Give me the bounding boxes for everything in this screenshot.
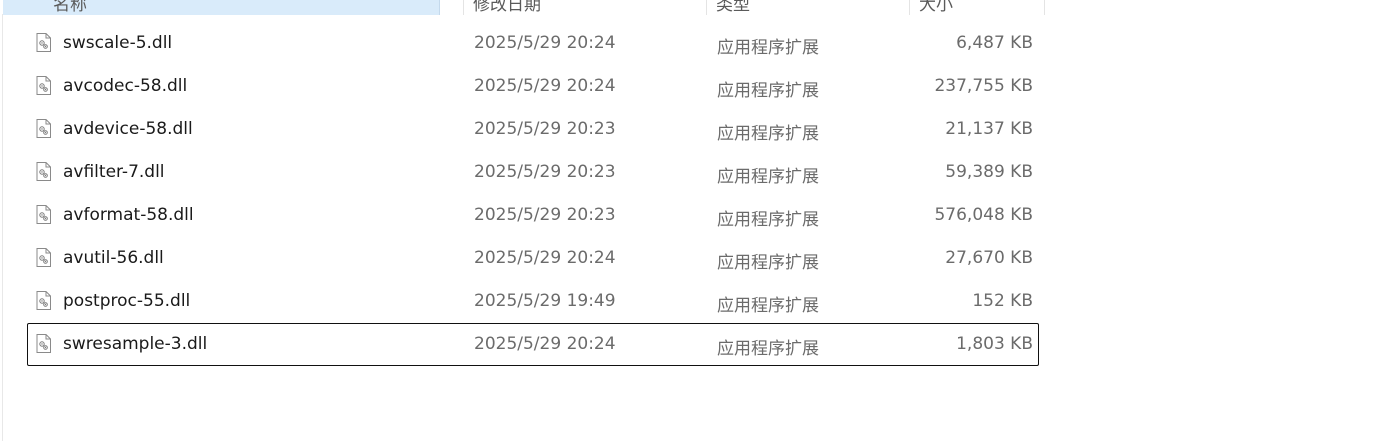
column-separator[interactable] [463,0,464,15]
dll-file-icon [36,291,51,310]
dll-file-icon [36,76,51,95]
file-type: 应用程序扩展 [717,296,819,316]
file-modified-date: 2025/5/29 20:23 [474,162,616,182]
file-type: 应用程序扩展 [717,167,819,187]
file-row[interactable]: avutil-56.dll 2025/5/29 20:24 应用程序扩展 27,… [27,237,1039,280]
file-row[interactable]: swresample-3.dll 2025/5/29 20:24 应用程序扩展 … [27,323,1039,366]
file-name[interactable]: avutil-56.dll [63,248,164,268]
column-header-type[interactable]: 类型 [716,0,750,15]
file-name[interactable]: avformat-58.dll [63,205,194,225]
file-type: 应用程序扩展 [717,81,819,101]
dll-file-icon [36,334,51,353]
file-type: 应用程序扩展 [717,38,819,58]
file-size: 237,755 KB [934,76,1033,96]
file-size: 1,803 KB [956,334,1033,354]
file-list-pane: 名称 修改日期 类型 大小 swscale-5.dll 2025/5/29 20… [0,0,1387,441]
file-name[interactable]: swscale-5.dll [63,33,172,53]
file-size: 152 KB [972,291,1033,311]
file-row[interactable]: avfilter-7.dll 2025/5/29 20:23 应用程序扩展 59… [27,151,1039,194]
file-size: 576,048 KB [934,205,1033,225]
column-header-name[interactable]: 名称 [3,0,440,15]
file-row[interactable]: avformat-58.dll 2025/5/29 20:23 应用程序扩展 5… [27,194,1039,237]
column-header-name-label: 名称 [53,0,87,15]
file-type: 应用程序扩展 [717,339,819,359]
file-name[interactable]: avfilter-7.dll [63,162,165,182]
file-name[interactable]: avdevice-58.dll [63,119,193,139]
column-header-date[interactable]: 修改日期 [473,0,541,15]
file-row[interactable]: postproc-55.dll 2025/5/29 19:49 应用程序扩展 1… [27,280,1039,323]
dll-file-icon [36,205,51,224]
dll-file-icon [36,162,51,181]
file-modified-date: 2025/5/29 20:24 [474,248,616,268]
file-type: 应用程序扩展 [717,253,819,273]
file-size: 6,487 KB [956,33,1033,53]
dll-file-icon [36,119,51,138]
file-modified-date: 2025/5/29 20:23 [474,119,616,139]
file-modified-date: 2025/5/29 20:24 [474,334,616,354]
file-type: 应用程序扩展 [717,210,819,230]
file-name[interactable]: swresample-3.dll [63,334,207,354]
column-separator[interactable] [909,0,910,15]
file-name[interactable]: postproc-55.dll [63,291,190,311]
file-size: 27,670 KB [945,248,1033,268]
dll-file-icon [36,248,51,267]
file-modified-date: 2025/5/29 20:24 [474,33,616,53]
file-modified-date: 2025/5/29 20:23 [474,205,616,225]
column-separator[interactable] [1044,0,1045,15]
file-modified-date: 2025/5/29 19:49 [474,291,616,311]
file-row[interactable]: swscale-5.dll 2025/5/29 20:24 应用程序扩展 6,4… [27,22,1039,65]
file-size: 59,389 KB [945,162,1033,182]
file-row[interactable]: avcodec-58.dll 2025/5/29 20:24 应用程序扩展 23… [27,65,1039,108]
file-modified-date: 2025/5/29 20:24 [474,76,616,96]
column-header-bar: 名称 修改日期 类型 大小 [0,0,1045,15]
file-row[interactable]: avdevice-58.dll 2025/5/29 20:23 应用程序扩展 2… [27,108,1039,151]
file-name[interactable]: avcodec-58.dll [63,76,187,96]
file-list: swscale-5.dll 2025/5/29 20:24 应用程序扩展 6,4… [27,22,1039,366]
file-size: 21,137 KB [945,119,1033,139]
pane-divider [2,14,3,441]
dll-file-icon [36,33,51,52]
column-header-size[interactable]: 大小 [919,0,953,15]
column-separator[interactable] [706,0,707,15]
file-type: 应用程序扩展 [717,124,819,144]
